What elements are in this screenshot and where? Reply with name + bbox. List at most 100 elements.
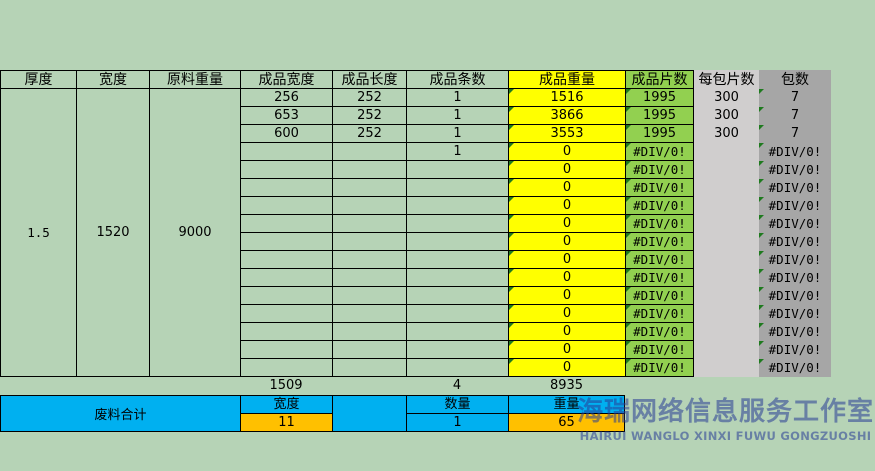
product-weight-cell[interactable]: 0: [508, 233, 625, 251]
product-weight-cell[interactable]: 0: [508, 179, 625, 197]
pieces-per-pack-cell[interactable]: [694, 359, 759, 377]
width-cell[interactable]: 1520: [76, 89, 149, 377]
strip-count-cell[interactable]: 1: [406, 89, 508, 107]
strip-count-cell[interactable]: [406, 305, 508, 323]
product-length-cell[interactable]: 252: [332, 89, 406, 107]
strip-count-cell[interactable]: [406, 197, 508, 215]
product-weight-cell[interactable]: 0: [508, 287, 625, 305]
product-width-cell[interactable]: [240, 359, 332, 377]
piece-count-cell[interactable]: #DIV/0!: [625, 143, 694, 161]
piece-count-cell[interactable]: #DIV/0!: [625, 197, 694, 215]
piece-count-cell[interactable]: #DIV/0!: [625, 251, 694, 269]
total-weight[interactable]: 8935: [508, 377, 625, 395]
strip-count-cell[interactable]: [406, 269, 508, 287]
product-length-cell[interactable]: [332, 305, 406, 323]
pack-count-cell[interactable]: #DIV/0!: [759, 287, 831, 305]
product-weight-cell[interactable]: 0: [508, 269, 625, 287]
piece-count-cell[interactable]: #DIV/0!: [625, 359, 694, 377]
strip-count-cell[interactable]: [406, 161, 508, 179]
piece-count-cell[interactable]: #DIV/0!: [625, 215, 694, 233]
piece-count-cell[interactable]: #DIV/0!: [625, 323, 694, 341]
product-width-cell[interactable]: 256: [240, 89, 332, 107]
pack-count-cell[interactable]: #DIV/0!: [759, 251, 831, 269]
waste-qty-value[interactable]: 1: [406, 413, 508, 432]
pack-count-cell[interactable]: #DIV/0!: [759, 341, 831, 359]
product-length-cell[interactable]: [332, 179, 406, 197]
strip-count-cell[interactable]: 1: [406, 107, 508, 125]
product-width-cell[interactable]: 600: [240, 125, 332, 143]
strip-count-cell[interactable]: [406, 215, 508, 233]
product-width-cell[interactable]: [240, 269, 332, 287]
header-strip-count[interactable]: 成品条数: [406, 70, 508, 89]
total-strips[interactable]: 4: [406, 377, 508, 395]
raw-weight-cell[interactable]: 9000: [149, 89, 240, 377]
piece-count-cell[interactable]: #DIV/0!: [625, 287, 694, 305]
strip-count-cell[interactable]: [406, 323, 508, 341]
product-length-cell[interactable]: [332, 215, 406, 233]
waste-width-value[interactable]: 11: [240, 413, 332, 432]
strip-count-cell[interactable]: [406, 251, 508, 269]
pack-count-cell[interactable]: #DIV/0!: [759, 143, 831, 161]
pieces-per-pack-cell[interactable]: [694, 305, 759, 323]
thickness-cell[interactable]: 1.5: [0, 89, 76, 377]
pieces-per-pack-cell[interactable]: [694, 341, 759, 359]
pieces-per-pack-cell[interactable]: [694, 287, 759, 305]
strip-count-cell[interactable]: [406, 341, 508, 359]
product-width-cell[interactable]: [240, 251, 332, 269]
strip-count-cell[interactable]: 1: [406, 143, 508, 161]
pieces-per-pack-cell[interactable]: [694, 143, 759, 161]
waste-width-label[interactable]: 宽度: [240, 395, 332, 413]
header-thickness[interactable]: 厚度: [0, 70, 76, 89]
pack-count-cell[interactable]: #DIV/0!: [759, 197, 831, 215]
header-product-weight[interactable]: 成品重量: [508, 70, 625, 89]
product-weight-cell[interactable]: 0: [508, 215, 625, 233]
product-weight-cell[interactable]: 0: [508, 341, 625, 359]
header-piece-count[interactable]: 成品片数: [625, 70, 694, 89]
strip-count-cell[interactable]: [406, 359, 508, 377]
piece-count-cell[interactable]: #DIV/0!: [625, 305, 694, 323]
piece-count-cell[interactable]: 1995: [625, 89, 694, 107]
product-weight-cell[interactable]: 0: [508, 161, 625, 179]
product-width-cell[interactable]: 653: [240, 107, 332, 125]
pack-count-cell[interactable]: #DIV/0!: [759, 233, 831, 251]
pack-count-cell[interactable]: 7: [759, 107, 831, 125]
pack-count-cell[interactable]: #DIV/0!: [759, 179, 831, 197]
pieces-per-pack-cell[interactable]: [694, 323, 759, 341]
product-width-cell[interactable]: [240, 197, 332, 215]
product-length-cell[interactable]: [332, 341, 406, 359]
product-weight-cell[interactable]: 0: [508, 143, 625, 161]
header-pack-count[interactable]: 包数: [759, 70, 831, 89]
pieces-per-pack-cell[interactable]: [694, 197, 759, 215]
product-width-cell[interactable]: [240, 215, 332, 233]
pack-count-cell[interactable]: #DIV/0!: [759, 215, 831, 233]
header-pieces-per-pack[interactable]: 每包片数: [694, 70, 759, 89]
pieces-per-pack-cell[interactable]: [694, 215, 759, 233]
product-weight-cell[interactable]: 0: [508, 305, 625, 323]
product-length-cell[interactable]: [332, 359, 406, 377]
pieces-per-pack-cell[interactable]: [694, 179, 759, 197]
strip-count-cell[interactable]: [406, 287, 508, 305]
pieces-per-pack-cell[interactable]: [694, 251, 759, 269]
product-length-cell[interactable]: [332, 323, 406, 341]
strip-count-cell[interactable]: [406, 233, 508, 251]
pack-count-cell[interactable]: 7: [759, 89, 831, 107]
product-weight-cell[interactable]: 3553: [508, 125, 625, 143]
piece-count-cell[interactable]: #DIV/0!: [625, 269, 694, 287]
total-width[interactable]: 1509: [240, 377, 332, 395]
product-length-cell[interactable]: [332, 251, 406, 269]
pack-count-cell[interactable]: #DIV/0!: [759, 323, 831, 341]
pack-count-cell[interactable]: #DIV/0!: [759, 359, 831, 377]
pieces-per-pack-cell[interactable]: 300: [694, 89, 759, 107]
waste-blank-cell[interactable]: [332, 395, 406, 432]
product-weight-cell[interactable]: 0: [508, 359, 625, 377]
header-product-length[interactable]: 成品长度: [332, 70, 406, 89]
product-width-cell[interactable]: [240, 233, 332, 251]
piece-count-cell[interactable]: #DIV/0!: [625, 233, 694, 251]
product-width-cell[interactable]: [240, 323, 332, 341]
product-length-cell[interactable]: [332, 233, 406, 251]
waste-total-cell[interactable]: 废料合计: [0, 395, 240, 432]
pieces-per-pack-cell[interactable]: 300: [694, 125, 759, 143]
pack-count-cell[interactable]: #DIV/0!: [759, 269, 831, 287]
pieces-per-pack-cell[interactable]: 300: [694, 107, 759, 125]
product-length-cell[interactable]: [332, 269, 406, 287]
